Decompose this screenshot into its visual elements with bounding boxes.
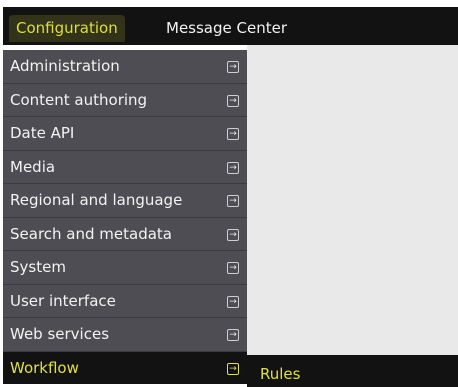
- menu-item-label: Content authoring: [10, 90, 148, 109]
- workflow-submenu: Rules: [247, 355, 458, 387]
- arrow-right-icon: →: [227, 362, 239, 375]
- arrow-right-icon: →: [227, 94, 239, 107]
- submenu-item-rules[interactable]: Rules: [260, 355, 300, 387]
- menu-item-system[interactable]: System →: [3, 251, 247, 285]
- configuration-menu: Administration → Content authoring → Dat…: [3, 50, 247, 384]
- menu-item-search-and-metadata[interactable]: Search and metadata →: [3, 217, 247, 251]
- arrow-right-icon: →: [227, 128, 239, 140]
- menu-item-date-api[interactable]: Date API →: [3, 117, 247, 151]
- content-panel: [247, 45, 458, 355]
- menu-item-label: Workflow: [10, 358, 79, 377]
- tab-message-center[interactable]: Message Center: [159, 15, 294, 42]
- menu-item-web-services[interactable]: Web services →: [3, 318, 247, 352]
- arrow-right-icon: →: [227, 61, 239, 73]
- menu-item-regional-and-language[interactable]: Regional and language →: [3, 184, 247, 218]
- menu-item-user-interface[interactable]: User interface →: [3, 284, 247, 318]
- arrow-right-icon: →: [227, 329, 239, 341]
- arrow-right-icon: →: [227, 295, 239, 308]
- menu-item-media[interactable]: Media →: [3, 150, 247, 184]
- menu-item-label: User interface: [10, 291, 116, 310]
- menu-item-label: Search and metadata: [10, 224, 172, 243]
- arrow-right-icon: →: [227, 228, 239, 241]
- menu-item-workflow[interactable]: Workflow →: [3, 351, 247, 384]
- menu-item-label: Web services: [10, 325, 110, 343]
- menu-item-label: Regional and language: [10, 191, 183, 209]
- menu-item-label: Date API: [10, 124, 75, 142]
- tab-configuration[interactable]: Configuration: [9, 15, 125, 42]
- arrow-right-icon: →: [227, 262, 239, 274]
- menu-item-label: Media: [10, 157, 56, 176]
- menu-item-label: System: [10, 258, 66, 276]
- arrow-right-icon: →: [227, 161, 239, 174]
- arrow-right-icon: →: [227, 195, 239, 207]
- top-menu-bar: Configuration Message Center: [3, 7, 458, 45]
- menu-item-label: Administration: [10, 57, 120, 75]
- menu-item-administration[interactable]: Administration →: [3, 50, 247, 84]
- menu-item-content-authoring[interactable]: Content authoring →: [3, 83, 247, 117]
